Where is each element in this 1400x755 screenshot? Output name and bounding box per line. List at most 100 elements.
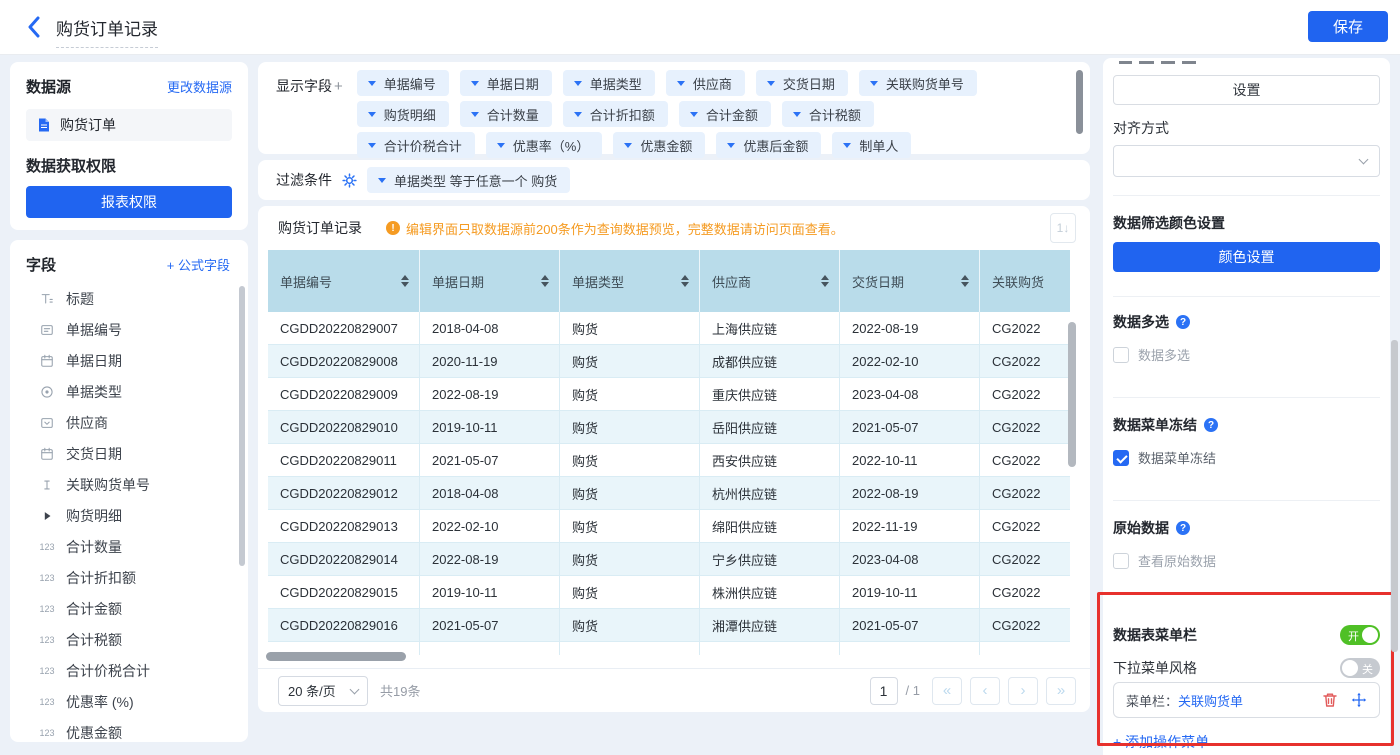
add-formula-field-link[interactable]: + 公式字段 (167, 255, 230, 274)
display-field-chip[interactable]: 购货明细 (357, 101, 449, 127)
display-field-chip[interactable]: 优惠金额 (613, 132, 705, 158)
table-cell: 购货 (560, 378, 700, 410)
table-vertical-scrollbar[interactable] (1068, 322, 1076, 467)
menubar-item[interactable]: 菜单栏： 关联购货单 (1113, 682, 1380, 718)
display-field-chip[interactable]: 合计金额 (679, 101, 771, 127)
field-item[interactable]: 标题 (26, 283, 238, 314)
settings-panel: 设置 对齐方式 数据筛选颜色设置 颜色设置 数据多选? 数据多选 数据菜单冻结?… (1103, 58, 1390, 755)
first-page-button[interactable]: « (932, 677, 962, 705)
column-header[interactable]: 单据日期 (420, 250, 560, 312)
next-page-button[interactable]: › (1008, 677, 1038, 705)
display-field-chip[interactable]: 合计价税合计 (357, 132, 475, 158)
multi-select-checkbox[interactable] (1113, 347, 1129, 363)
display-field-chip[interactable]: 合计折扣额 (563, 101, 668, 127)
number-icon: 123 (38, 542, 56, 552)
table-row[interactable]: CGDD202208290162021-05-07购货湘潭供应链2021-05-… (268, 609, 1070, 642)
table-row[interactable]: CGDD202208290112021-05-07购货西安供应链2022-10-… (268, 444, 1070, 477)
field-item[interactable]: 123合计金额 (26, 593, 238, 624)
sort-arrows-icon[interactable] (681, 275, 689, 287)
sort-arrows-icon[interactable] (961, 275, 969, 287)
column-header[interactable]: 关联购货 (980, 250, 1070, 312)
column-header[interactable]: 交货日期 (840, 250, 980, 312)
change-datasource-link[interactable]: 更改数据源 (167, 77, 232, 96)
table-row[interactable]: CGDD202208290082020-11-19购货成都供应链2022-02-… (268, 345, 1070, 378)
table-row[interactable]: CGDD202208290142022-08-19购货宁乡供应链2023-04-… (268, 543, 1070, 576)
report-permission-button[interactable]: 报表权限 (26, 186, 232, 218)
table-row[interactable]: CGDD202208290132022-02-10购货绵阳供应链2022-11-… (268, 510, 1070, 543)
settings-button[interactable]: 设置 (1113, 75, 1380, 105)
raw-data-title: 原始数据? (1113, 518, 1380, 538)
display-field-chip[interactable]: 单据类型 (563, 70, 655, 96)
display-field-chip[interactable]: 单据编号 (357, 70, 449, 96)
align-select[interactable] (1113, 145, 1380, 177)
display-field-chip[interactable]: 合计税额 (782, 101, 874, 127)
field-item[interactable]: 123合计折扣额 (26, 562, 238, 593)
last-page-button[interactable]: » (1046, 677, 1076, 705)
field-item[interactable]: 123合计价税合计 (26, 655, 238, 686)
filter-condition-chip[interactable]: 单据类型 等于任意一个 购货 (367, 167, 570, 193)
field-item[interactable]: 123合计数量 (26, 531, 238, 562)
display-field-chip[interactable]: 优惠率（%） (486, 132, 603, 158)
menubar-toggle-on[interactable]: 开 (1340, 625, 1380, 645)
column-header[interactable]: 单据类型 (560, 250, 700, 312)
trash-icon[interactable] (1322, 692, 1338, 708)
display-field-chip[interactable]: 合计数量 (460, 101, 552, 127)
table-horizontal-scrollbar[interactable] (266, 652, 406, 661)
dropdown-style-toggle-off[interactable]: 关 (1340, 658, 1380, 678)
field-item[interactable]: 交货日期 (26, 438, 238, 469)
move-icon[interactable] (1351, 692, 1367, 708)
display-fields-scrollbar[interactable] (1076, 70, 1083, 134)
field-item[interactable]: 单据日期 (26, 345, 238, 376)
sort-arrows-icon[interactable] (541, 275, 549, 287)
display-field-chip[interactable]: 供应商 (666, 70, 745, 96)
add-display-field-button[interactable]: + (334, 78, 343, 95)
help-icon[interactable]: ? (1204, 418, 1218, 432)
field-item[interactable]: 123优惠率 (%) (26, 686, 238, 717)
display-field-chip[interactable]: 优惠后金额 (716, 132, 821, 158)
display-field-chip[interactable]: 单据日期 (460, 70, 552, 96)
page-input[interactable]: 1 (870, 677, 898, 705)
back-icon[interactable] (26, 16, 42, 38)
display-field-chip[interactable]: 制单人 (832, 132, 911, 158)
display-fields-label: 显示字段+ (276, 76, 343, 154)
save-button[interactable]: 保存 (1308, 11, 1388, 42)
page-scrollbar[interactable] (1391, 340, 1398, 652)
table-row[interactable]: CGDD202208290092022-08-19购货重庆供应链2023-04-… (268, 378, 1070, 411)
chevron-down-icon (497, 143, 505, 148)
add-action-menu-link[interactable]: + 添加操作菜单 (1113, 732, 1380, 752)
field-item[interactable]: 123合计税额 (26, 624, 238, 655)
field-item[interactable]: 单据编号 (26, 314, 238, 345)
field-item[interactable]: 关联购货单号 (26, 469, 238, 500)
chevron-down-icon (727, 143, 735, 148)
raw-data-checkbox[interactable] (1113, 553, 1129, 569)
permission-title: 数据获取权限 (26, 155, 232, 176)
display-field-chip[interactable]: 交货日期 (756, 70, 848, 96)
field-label: 单据编号 (66, 320, 122, 340)
field-item[interactable]: 单据类型 (26, 376, 238, 407)
gear-icon[interactable] (342, 173, 357, 188)
display-field-chip[interactable]: 关联购货单号 (859, 70, 977, 96)
field-item[interactable]: 123优惠金额 (26, 717, 238, 742)
color-settings-button[interactable]: 颜色设置 (1113, 242, 1380, 272)
help-icon[interactable]: ? (1176, 521, 1190, 535)
table-row[interactable]: CGDD202208290102019-10-11购货岳阳供应链2021-05-… (268, 411, 1070, 444)
page-size-select[interactable]: 20 条/页 (278, 676, 368, 706)
help-icon[interactable]: ? (1176, 315, 1190, 329)
sort-order-button[interactable]: 1↓ (1050, 213, 1076, 243)
sort-arrows-icon[interactable] (401, 275, 409, 287)
field-item[interactable]: 购货明细 (26, 500, 238, 531)
column-header[interactable]: 单据编号 (268, 250, 420, 312)
chip-label: 优惠率（%） (513, 136, 590, 155)
prev-page-button[interactable]: ‹ (970, 677, 1000, 705)
table-cell: CG2022 (980, 576, 1070, 608)
datasource-item[interactable]: 购货订单 (26, 109, 232, 141)
menu-freeze-checkbox[interactable] (1113, 450, 1129, 466)
table-row[interactable]: CGDD202208290152019-10-11购货株洲供应链2019-10-… (268, 576, 1070, 609)
column-header[interactable]: 供应商 (700, 250, 840, 312)
table-row[interactable]: CGDD202208290122018-04-08购货杭州供应链2022-08-… (268, 477, 1070, 510)
table-cell: CG2022 (980, 609, 1070, 641)
fields-scrollbar[interactable] (239, 286, 245, 566)
sort-arrows-icon[interactable] (821, 275, 829, 287)
table-row[interactable]: CGDD202208290072018-04-08购货上海供应链2022-08-… (268, 312, 1070, 345)
field-item[interactable]: 供应商 (26, 407, 238, 438)
